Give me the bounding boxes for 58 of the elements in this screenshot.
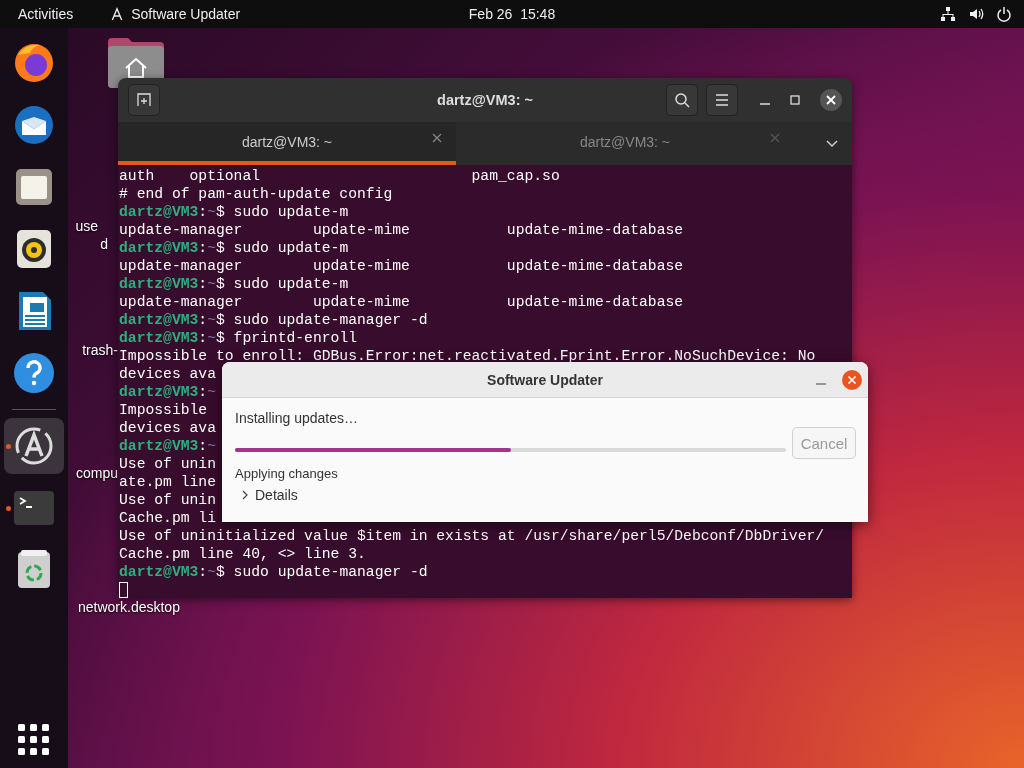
- volume-icon[interactable]: [968, 6, 984, 22]
- menu-button[interactable]: [706, 84, 738, 116]
- power-icon[interactable]: [996, 6, 1012, 22]
- terminal-tab[interactable]: dartz@VM3: ~: [456, 122, 794, 165]
- menu-icon: [715, 94, 729, 106]
- details-expander[interactable]: Details: [235, 487, 298, 503]
- activities-button[interactable]: Activities: [18, 6, 74, 22]
- terminal-line: Use of unin: [119, 491, 216, 509]
- prompt-line: dartz@VM3:~$ fprintd-enroll: [119, 330, 357, 346]
- terminal-line: Impossible: [119, 401, 208, 419]
- terminal-line: ate.pm line: [119, 473, 216, 491]
- prompt-line: dartz@VM3:~$ sudo update-m: [119, 204, 349, 220]
- terminal-line: Use of unin: [119, 455, 216, 473]
- terminal-line: devices ava: [119, 365, 216, 383]
- status-text: Applying changes: [235, 466, 339, 481]
- desktop-icon-label[interactable]: trash-: [82, 342, 118, 358]
- firefox-icon: [12, 41, 56, 85]
- status-heading: Installing updates…: [235, 410, 359, 426]
- terminal-line: auth optional pam_cap.so: [119, 167, 560, 185]
- terminal-line: Cache.pm li: [119, 509, 216, 527]
- dialog-title: Software Updater: [487, 371, 603, 388]
- close-tab-icon[interactable]: [432, 133, 442, 143]
- terminal-line: # end of pam-auth-update config: [119, 185, 393, 203]
- search-icon: [674, 92, 690, 108]
- maximize-icon[interactable]: [790, 95, 800, 105]
- terminal-tab[interactable]: dartz@VM3: ~: [118, 122, 456, 165]
- close-icon[interactable]: [820, 89, 842, 111]
- clock[interactable]: Feb 26 15:48: [468, 6, 556, 22]
- desktop-icon-label[interactable]: compu: [75, 465, 118, 481]
- terminal-line: update-manager update-mime update-mime-database: [119, 293, 684, 311]
- chevron-down-icon[interactable]: [826, 139, 838, 148]
- desktop-icon-label[interactable]: d: [100, 236, 108, 252]
- terminal-line: Cache.pm line 40, <> line 3.: [119, 545, 366, 563]
- help-icon: [12, 351, 56, 395]
- app-menu-label[interactable]: Software Updater: [131, 6, 241, 22]
- app-grid-icon[interactable]: [18, 724, 50, 756]
- dock-item[interactable]: [4, 418, 64, 474]
- terminal-line: Impossible to enroll: GDBus.Error:net.reactivated.Fprint.Error.NoSuchDevice: No: [119, 347, 816, 365]
- search-button[interactable]: [666, 84, 698, 116]
- window-title: dartz@VM3: ~: [437, 92, 533, 108]
- prompt-line: dartz@VM3:~$ sudo update-m: [119, 240, 349, 256]
- new-tab-icon: [137, 93, 151, 107]
- terminal-line: update-manager update-mime update-mime-database: [119, 221, 684, 239]
- terminal-line: update-manager update-mime update-mime-database: [119, 257, 684, 275]
- text-cursor: [119, 582, 128, 598]
- chevron-icon: [241, 490, 249, 500]
- terminal-line: Use of uninitialized value $item in exists at /usr/share/perl5/Debconf/DbDriver/: [119, 527, 825, 545]
- prompt-line: dartz@VM3:~$ sudo update-manager -d: [119, 564, 428, 580]
- terminal-line: devices ava: [119, 419, 216, 437]
- prompt-line: dartz@VM3:~$ sudo update-manager -d: [119, 312, 428, 328]
- prompt-line: dartz@VM3:~$ sudo update-m: [119, 276, 349, 292]
- mail-bird-icon: [12, 103, 56, 147]
- desktop-icon-label[interactable]: network.desktop: [78, 599, 180, 615]
- prompt-line: dartz@VM3:~: [119, 438, 216, 454]
- new-tab-button[interactable]: [128, 84, 160, 116]
- prompt-line: dartz@VM3:~: [119, 384, 216, 400]
- desktop-icon-label[interactable]: use: [75, 218, 98, 234]
- network-icon[interactable]: [940, 6, 956, 22]
